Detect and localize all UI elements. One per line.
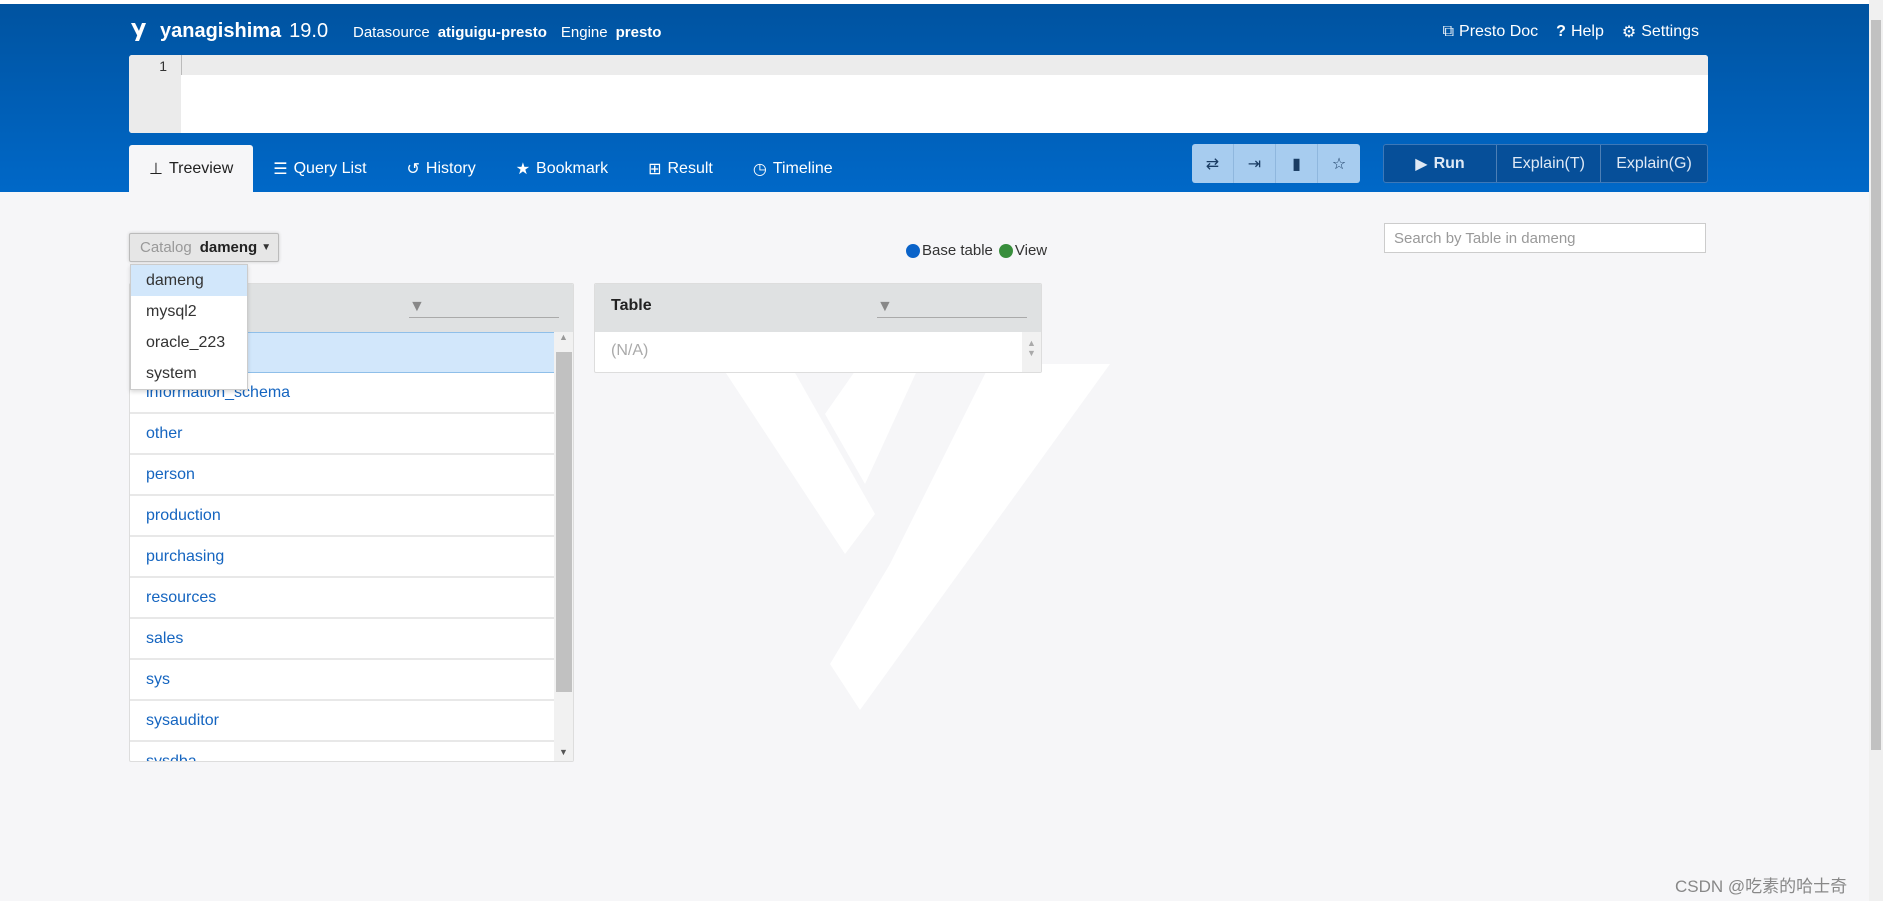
page-scrollbar[interactable]	[1869, 0, 1883, 901]
active-line[interactable]	[181, 55, 1708, 75]
sitemap-icon: ⊥	[149, 160, 163, 178]
presto-doc-link[interactable]: ⧉ Presto Doc	[1443, 22, 1539, 42]
schema-list: information_schema other person production p…	[130, 332, 555, 762]
settings-label: Settings	[1641, 23, 1699, 40]
tab-label: Timeline	[772, 159, 833, 177]
schema-filter[interactable]: ▼	[409, 298, 559, 318]
table-search-input[interactable]	[1384, 223, 1706, 253]
tab-label: Treeview	[168, 159, 234, 177]
schema-item[interactable]: sales	[130, 619, 555, 660]
catalog-option[interactable]: mysql2	[131, 296, 247, 327]
line-number: 1	[159, 58, 167, 74]
editor-tools: ⇄ ⇥ ▮ ☆	[1192, 144, 1360, 183]
schema-item[interactable]: sys	[130, 660, 555, 701]
clipboard-icon[interactable]: ▮	[1276, 144, 1318, 183]
query-editor[interactable]: 1	[129, 55, 1708, 133]
app-version: 19.0	[289, 20, 329, 42]
scroll-down-icon[interactable]: ▼	[554, 747, 573, 757]
clock-icon: ◷	[752, 160, 767, 178]
tab-label: Query List	[293, 159, 367, 177]
caret-down-icon: ▼	[261, 242, 272, 253]
catalog-option[interactable]: system	[131, 358, 247, 389]
filter-icon: ▼	[877, 298, 893, 315]
tab-history[interactable]: ↺ History	[387, 145, 496, 192]
legend-view: View	[1014, 242, 1048, 259]
star-icon: ★	[515, 160, 531, 178]
schema-item[interactable]: sysauditor	[130, 701, 555, 742]
table-filter[interactable]: ▼	[877, 298, 1027, 318]
schema-item[interactable]: production	[130, 496, 555, 537]
presto-doc-label: Presto Doc	[1459, 23, 1539, 40]
filter-icon: ▼	[409, 298, 425, 315]
view-dot	[998, 243, 1013, 258]
play-icon: ▶	[1415, 155, 1428, 173]
run-label: Run	[1433, 154, 1465, 172]
schema-item[interactable]: sysdba	[130, 742, 555, 762]
catalog-option[interactable]: dameng	[131, 265, 247, 296]
history-icon: ↺	[406, 160, 420, 178]
schema-item[interactable]: resources	[130, 578, 555, 619]
scroll-thumb[interactable]	[556, 352, 572, 692]
yanagishima-logo-icon	[131, 22, 146, 41]
datasource-value[interactable]: atiguigu-presto	[438, 24, 547, 41]
schema-item[interactable]: person	[130, 455, 555, 496]
table-header: Table ▼	[595, 284, 1041, 332]
run-button[interactable]: ▶ Run	[1384, 145, 1497, 182]
schema-scrollbar[interactable]: ▲ ▼	[554, 332, 573, 761]
star-outline-icon[interactable]: ☆	[1318, 144, 1360, 183]
datasource-label: Datasource	[353, 24, 430, 41]
datasource-info: Datasource atiguigu-presto Engine presto	[353, 24, 661, 41]
question-icon: ?	[1556, 23, 1566, 40]
table-scrollbar[interactable]: ▲ ▼	[1022, 332, 1041, 372]
table-panel: Table ▼ (N/A) ▲ ▼	[594, 283, 1042, 373]
catalog-dropdown[interactable]: Catalog dameng ▼	[129, 233, 279, 262]
gear-icon: ⚙	[1621, 24, 1637, 41]
watermark-logo-icon	[720, 364, 1110, 710]
page-scroll-thumb[interactable]	[1871, 20, 1881, 750]
tab-query-list[interactable]: ☰ Query List	[253, 145, 386, 192]
catalog-menu: dameng mysql2 oracle_223 system	[130, 264, 248, 390]
settings-link[interactable]: ⚙ Settings	[1622, 22, 1699, 42]
catalog-value: dameng	[199, 239, 258, 256]
tab-bookmark[interactable]: ★ Bookmark	[496, 145, 628, 192]
table-icon: ⊞	[648, 160, 662, 178]
help-link[interactable]: ? Help	[1556, 22, 1604, 42]
legend: Base table View	[906, 242, 1047, 259]
editor-gutter: 1	[129, 55, 181, 133]
explain-t-button[interactable]: Explain(T)	[1497, 145, 1601, 182]
engine-label: Engine	[560, 24, 608, 41]
catalog-option[interactable]: oracle_223	[131, 327, 247, 358]
list-icon: ☰	[273, 160, 288, 178]
schema-item[interactable]: other	[130, 414, 555, 455]
base-table-dot	[906, 243, 920, 258]
brand[interactable]: yanagishima 19.0	[130, 20, 328, 43]
explain-g-button[interactable]: Explain(G)	[1601, 145, 1707, 182]
catalog-label: Catalog	[140, 239, 192, 256]
tab-label: History	[425, 159, 476, 177]
schema-item[interactable]: purchasing	[130, 537, 555, 578]
tab-label: Bookmark	[536, 159, 609, 177]
csdn-watermark: CSDN @吃素的哈士奇	[1675, 877, 1848, 896]
table-empty: (N/A)	[611, 342, 649, 359]
swap-icon[interactable]: ⇄	[1192, 144, 1234, 183]
tab-result[interactable]: ⊞ Result	[628, 145, 733, 192]
scroll-up-icon[interactable]: ▲	[554, 332, 573, 342]
tab-timeline[interactable]: ◷ Timeline	[733, 145, 853, 192]
run-group: ▶ Run Explain(T) Explain(G)	[1383, 144, 1708, 183]
tab-label: Result	[667, 159, 713, 177]
help-label: Help	[1570, 23, 1604, 40]
main-tabs: ⊥ Treeview ☰ Query List ↺ History ★ Bookmark…	[129, 145, 853, 192]
tab-treeview[interactable]: ⊥ Treeview	[129, 145, 254, 192]
app-name: yanagishima	[160, 20, 282, 42]
legend-base-table: Base table	[922, 242, 993, 259]
table-header-label: Table	[611, 297, 652, 314]
engine-value: presto	[615, 24, 662, 41]
indent-icon[interactable]: ⇥	[1234, 144, 1276, 183]
external-link-icon: ⧉	[1442, 23, 1455, 40]
